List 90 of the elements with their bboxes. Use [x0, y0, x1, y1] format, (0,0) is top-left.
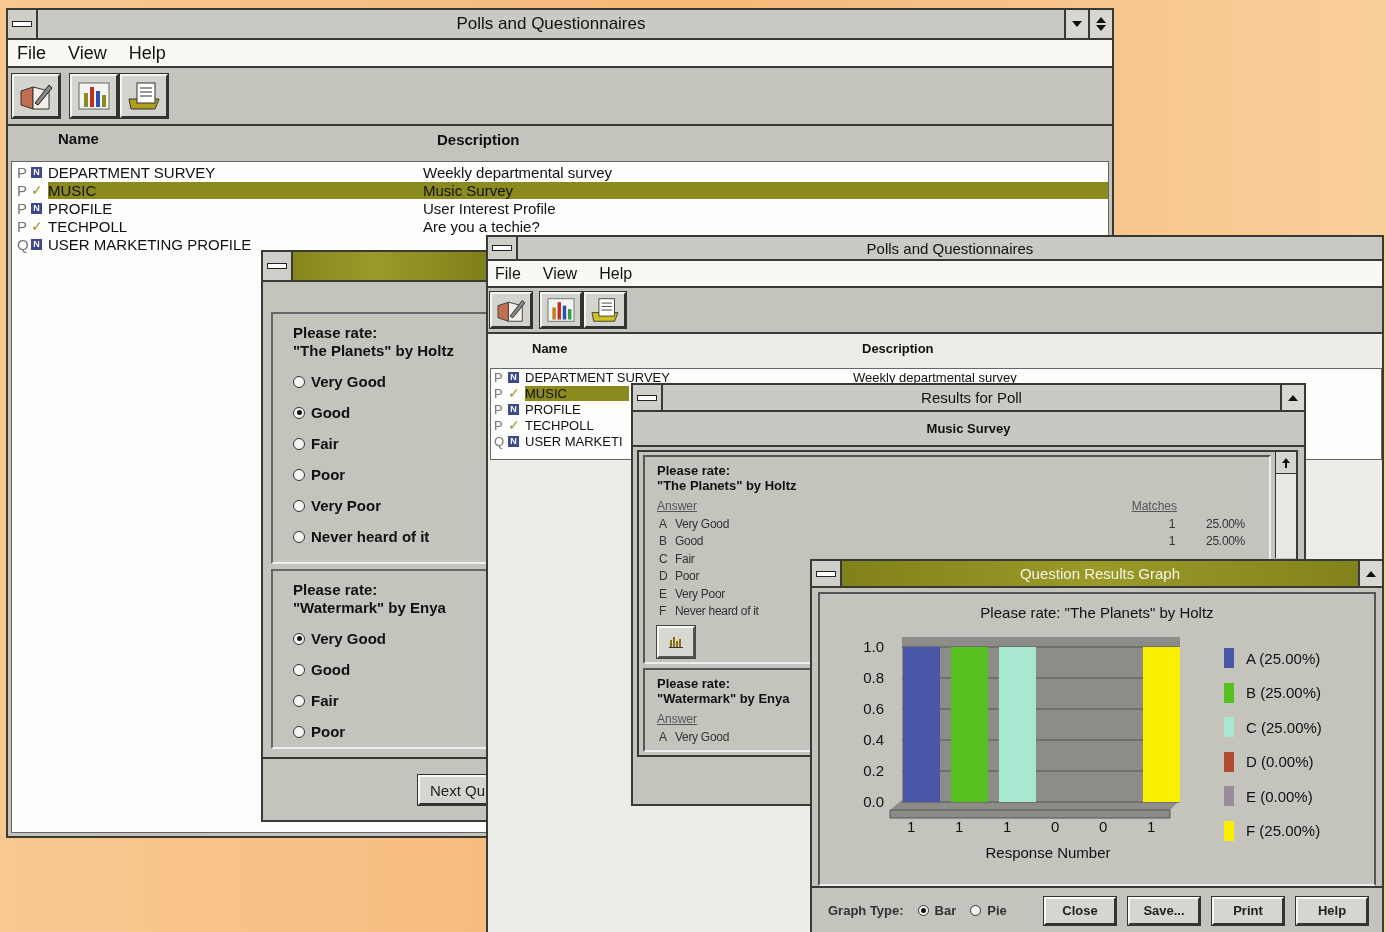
match-percent: 25.00%: [1205, 516, 1245, 531]
poll-description: Weekly departmental survey: [423, 163, 612, 181]
legend-label: A (25.00%): [1246, 649, 1321, 667]
legend-label: C (25.00%): [1246, 718, 1322, 736]
answer-letter: C: [658, 551, 669, 566]
x-tick-label: 0: [1051, 818, 1060, 835]
status-mark: N: [31, 238, 42, 250]
answer-label: Fair: [675, 551, 695, 566]
poll-type: P: [494, 369, 504, 385]
poll-name: DEPARTMENT SURVEY: [525, 369, 671, 385]
question-text: Please rate: "The Planets" by Holtz: [293, 324, 455, 360]
x-tick-label: 0: [1099, 818, 1108, 835]
answer-letter: A: [658, 729, 668, 744]
column-header: Name: [532, 341, 568, 356]
poll-name: USER MARKETI: [525, 433, 624, 449]
poll-type: Q: [494, 433, 506, 449]
window-title: Question Results Graph: [1018, 565, 1182, 582]
poll-type: P: [17, 181, 28, 199]
answer-label: Very Good: [675, 729, 729, 744]
answer-label: Never heard of it: [675, 604, 759, 619]
status-mark: ✓: [508, 417, 521, 433]
answer-label: Poor: [675, 569, 700, 584]
poll-type: P: [17, 217, 28, 235]
window-title: Polls and Questionnaires: [865, 239, 1035, 257]
poll-description: Weekly departmental survey: [853, 369, 1017, 385]
window-title: Polls and Questionnaires: [455, 14, 647, 34]
x-tick-label: 1: [955, 818, 964, 835]
graph-type-label: Graph Type:: [828, 903, 904, 918]
legend-label: F (25.00%): [1246, 822, 1321, 839]
status-mark: N: [508, 403, 519, 415]
poll-description: Music Survey: [423, 181, 1108, 199]
x-axis-label: Response Number: [985, 844, 1111, 861]
poll-description: User Interest Profile: [423, 199, 556, 217]
status-mark: ✓: [31, 182, 44, 198]
column-header: Description: [437, 131, 520, 148]
x-tick-label: 1: [1003, 818, 1012, 835]
poll-name: MUSIC: [525, 385, 629, 401]
answer-letter: E: [658, 586, 668, 601]
poll-name: TECHPOLL: [48, 217, 129, 235]
poll-name: PROFILE: [525, 401, 582, 417]
poll-type: P: [17, 163, 28, 181]
poll-name: USER MARKETING PROFILE: [48, 235, 253, 253]
status-mark: N: [31, 202, 42, 214]
question-text: Please rate: "Watermark" by Enya: [293, 581, 447, 617]
match-count: 1: [1167, 534, 1175, 549]
answer-label: Good: [675, 534, 704, 549]
match-count: 1: [1167, 516, 1175, 531]
answer-letter: D: [658, 569, 669, 584]
poll-type: P: [17, 199, 28, 217]
question-text: Please rate: "Watermark" by Enya: [657, 676, 790, 706]
y-tick-label: 0.4: [863, 731, 884, 748]
poll-name: MUSIC: [48, 181, 423, 199]
poll-type: P: [494, 401, 504, 417]
y-tick-label: 0.8: [863, 669, 884, 686]
answer-letter: A: [658, 516, 668, 531]
poll-description: Are you a techie?: [423, 217, 540, 235]
poll-name: TECHPOLL: [525, 417, 595, 433]
status-mark: ✓: [31, 218, 44, 234]
answer-letter: B: [658, 534, 668, 549]
y-tick-label: 1.0: [863, 638, 884, 655]
answer-letter: F: [658, 604, 668, 619]
answer-label: Very Good: [675, 516, 729, 531]
y-tick-label: 0.0: [863, 793, 884, 810]
x-tick-label: 1: [907, 818, 916, 835]
legend-label: D (0.00%): [1246, 753, 1314, 770]
column-header: Name: [58, 130, 99, 147]
poll-name: PROFILE: [48, 199, 114, 217]
answer-label: Very Poor: [675, 586, 725, 601]
status-mark: ✓: [508, 385, 521, 401]
column-header: Answer: [657, 499, 697, 513]
legend-label: E (0.00%): [1246, 787, 1313, 805]
status-mark: N: [31, 166, 42, 178]
column-header: Answer: [657, 712, 697, 726]
chart-title: Please rate: "The Planets" by Holtz: [979, 603, 1215, 623]
window-title: Results for Poll: [920, 389, 1023, 406]
poll-type: Q: [17, 235, 30, 253]
poll-name: DEPARTMENT SURVEY: [48, 163, 217, 181]
x-tick-label: 1: [1147, 818, 1156, 835]
y-tick-label: 0.6: [863, 700, 884, 717]
column-header: Description: [862, 341, 934, 356]
match-percent: 25.00%: [1205, 534, 1245, 549]
poll-title: Music Survey: [633, 412, 1304, 447]
poll-type: P: [494, 385, 504, 401]
column-header: Matches: [1131, 499, 1177, 513]
status-mark: N: [508, 435, 519, 447]
legend-label: B (25.00%): [1246, 684, 1322, 701]
poll-type: P: [494, 417, 504, 433]
status-mark: N: [508, 371, 519, 383]
y-tick-label: 0.2: [863, 762, 884, 779]
question-text: Please rate: "The Planets" by Holtz: [657, 463, 797, 493]
